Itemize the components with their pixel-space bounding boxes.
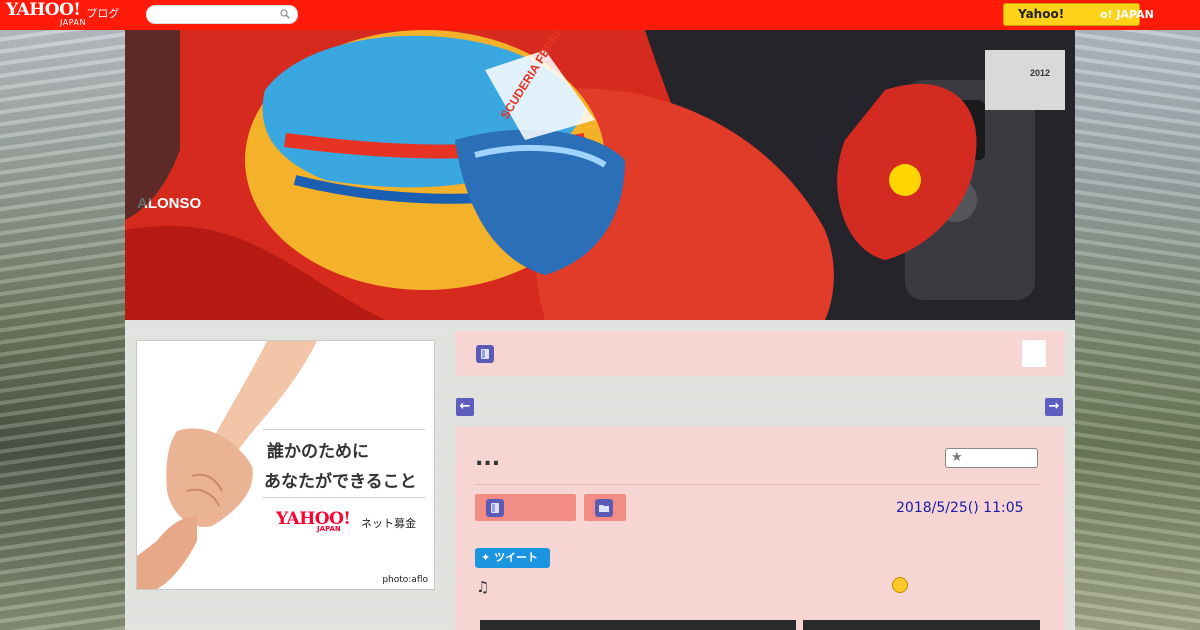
yahoo-japan-link[interactable]: o! JAPAN: [1100, 8, 1154, 21]
smile-icon: [892, 577, 908, 593]
top-bar: YAHOO! JAPAN ブログ Yahoo! o! JAPAN: [0, 0, 1200, 30]
ad-line-2: あなたができること: [264, 472, 417, 492]
arrow-right-icon[interactable]: →: [1045, 398, 1063, 416]
post-date: 2018/5/25() 11:05: [896, 500, 1024, 516]
document-icon[interactable]: [476, 345, 494, 363]
donation-ad[interactable]: 誰かのために あなたができること YAHOO! JAPAN ネット募金 phot…: [136, 340, 435, 590]
arrow-left-icon[interactable]: ←: [456, 398, 474, 416]
category-button[interactable]: [475, 494, 576, 521]
header-image: SCUDERIA FERRARI ALONSO 2012: [125, 30, 1075, 320]
ad-line-1: 誰かのために: [267, 442, 369, 462]
yahoo-blog-logo[interactable]: YAHOO! JAPAN ブログ: [6, 2, 119, 28]
article-image-2[interactable]: [803, 620, 1040, 630]
search-icon[interactable]: [280, 9, 290, 19]
post-header-box[interactable]: [1022, 340, 1046, 367]
music-note: ♫: [476, 578, 490, 596]
background-left: [0, 30, 125, 630]
ad-brand-sub: JAPAN: [317, 525, 341, 533]
search-input[interactable]: [146, 5, 298, 24]
logo-japan: JAPAN: [60, 18, 86, 27]
article-title: ...: [475, 446, 501, 471]
logo-blog: ブログ: [86, 7, 120, 20]
twitter-icon: ✦: [481, 551, 491, 564]
article-divider: [475, 484, 1040, 485]
tweet-label: ツイート: [494, 551, 539, 564]
article-image-1[interactable]: [480, 620, 796, 630]
favorite-button[interactable]: ★: [945, 448, 1038, 468]
logo-yahoo: YAHOO!: [6, 0, 81, 20]
ad-rule-top: [263, 429, 425, 430]
document-icon: [486, 499, 504, 517]
yahoo-button-label: Yahoo!: [1018, 7, 1065, 21]
post-header-bar: [455, 331, 1065, 376]
ad-service: ネット募金: [361, 517, 416, 530]
plaque-year: 2012: [1030, 68, 1050, 78]
ad-rule-bottom: [263, 497, 425, 498]
header-illustration: SCUDERIA FERRARI ALONSO 2012: [125, 30, 1075, 320]
tweet-button[interactable]: ✦ ツイート: [475, 548, 550, 568]
folder-icon: [595, 499, 613, 517]
handshake-illustration: [137, 341, 317, 589]
ad-credit: photo:aflo: [382, 575, 428, 585]
background-right: [1075, 30, 1200, 630]
folder-button[interactable]: [584, 494, 626, 521]
star-icon: ★: [951, 450, 963, 465]
